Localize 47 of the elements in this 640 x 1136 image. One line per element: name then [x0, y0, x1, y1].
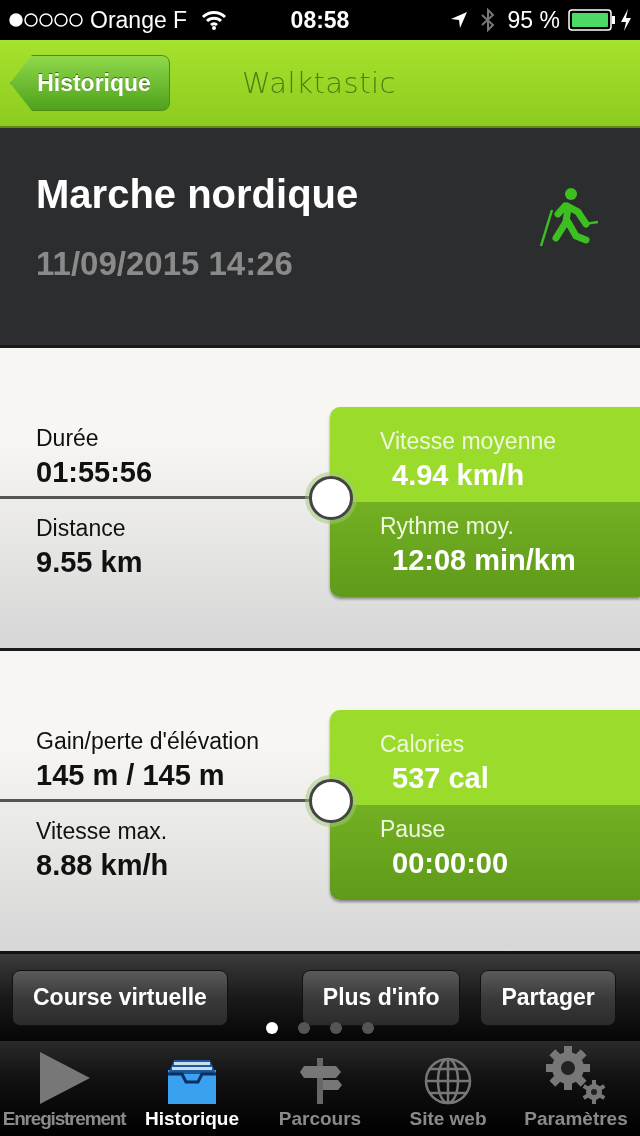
stat-value: 537 cal	[391, 761, 490, 795]
action-button[interactable]: Partager	[480, 969, 616, 1026]
stat-label: Vitesse moyenne	[379, 427, 557, 455]
tab-label: Historique	[145, 1108, 239, 1130]
tab-bar-item[interactable]: Paramètres	[512, 1041, 640, 1136]
tab-bar-item[interactable]: Historique	[128, 1041, 256, 1136]
stat-label: Durée	[36, 425, 100, 452]
location-arrow-icon	[449, 11, 468, 29]
stat-value: 145 m / 145 m	[36, 759, 226, 792]
connector-knob	[309, 476, 353, 520]
globe-icon	[423, 1056, 473, 1106]
tab-bar-item[interactable]: Parcours	[256, 1041, 384, 1136]
stat-value: 00:00:00	[391, 846, 510, 880]
stat-label: Pause	[379, 815, 447, 843]
signpost-icon	[298, 1056, 342, 1106]
stat-label: Calories	[379, 730, 466, 758]
battery-percent: 95 %	[507, 6, 560, 34]
page-dot[interactable]	[266, 1022, 278, 1034]
charging-icon	[620, 9, 632, 31]
stat-value: 01:55:56	[36, 456, 154, 489]
tab-bar-item[interactable]: Site web	[384, 1041, 512, 1136]
stat-value: 12:08 min/km	[391, 543, 577, 577]
tab-label: Parcours	[278, 1108, 362, 1130]
action-button[interactable]: Plus d'info	[301, 969, 461, 1026]
battery-icon	[568, 9, 616, 31]
stat-label: Rythme moy.	[379, 512, 515, 540]
signal-icon	[8, 12, 84, 28]
stat-label: Gain/perte d'élévation	[36, 728, 261, 755]
bluetooth-icon	[479, 8, 496, 32]
carrier-name: Orange F	[90, 6, 188, 34]
page-dot[interactable]	[298, 1022, 310, 1034]
wifi-icon	[201, 10, 228, 30]
stat-value: 4.94 km/h	[391, 458, 526, 492]
tab-label: Enregistrement	[2, 1108, 126, 1130]
activity-date: 11/09/2015 14:26	[36, 245, 294, 283]
tab-label: Site web	[409, 1108, 487, 1130]
stat-label: Vitesse max.	[36, 818, 169, 845]
activity-title: Marche nordique	[36, 172, 359, 217]
stat-value: 9.55 km	[36, 546, 144, 579]
stat-label: Distance	[36, 515, 127, 542]
app-logo: Walktastic	[242, 66, 397, 100]
connector-knob	[309, 779, 353, 823]
action-button[interactable]: Course virtuelle	[12, 969, 228, 1026]
stat-value: 8.88 km/h	[36, 849, 170, 882]
tab-bar-item[interactable]: Enregistrement	[0, 1041, 128, 1136]
status-time: 08:58	[290, 6, 350, 34]
tab-label: Paramètres	[524, 1108, 628, 1130]
